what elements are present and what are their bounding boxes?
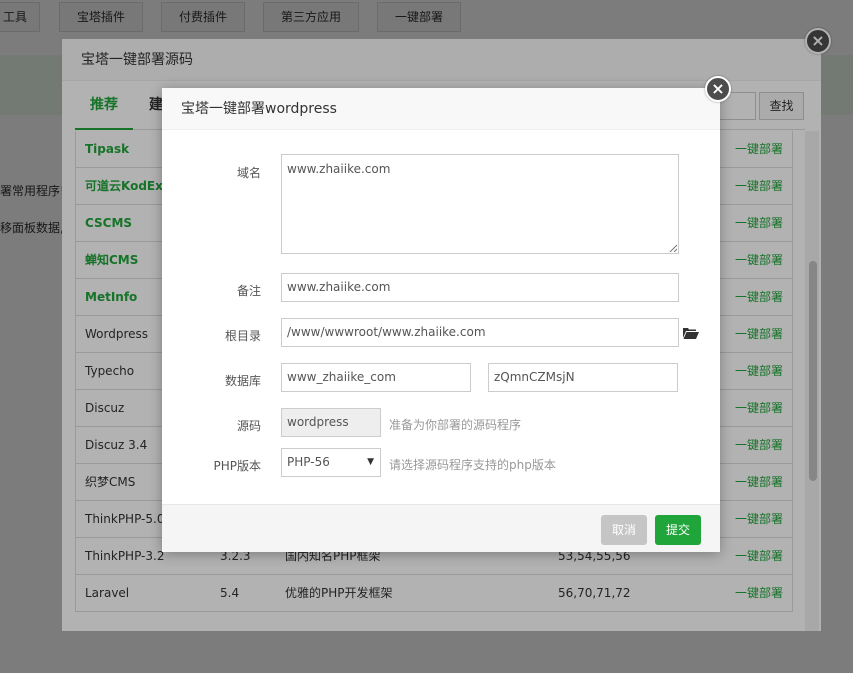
remark-field[interactable]: www.zhaiike.com bbox=[281, 273, 679, 302]
db-name-field[interactable]: www_zhaiike_com bbox=[281, 363, 471, 392]
resize-grip-icon[interactable] bbox=[669, 244, 677, 252]
dialog-title: 宝塔一键部署wordpress bbox=[162, 88, 720, 130]
caret-down-icon: ▼ bbox=[367, 457, 374, 467]
php-version-hint: 请选择源码程序支持的php版本 bbox=[389, 458, 556, 472]
root-dir-label: 根目录 bbox=[224, 329, 261, 343]
submit-button[interactable]: 提交 bbox=[655, 515, 701, 545]
deploy-wordpress-dialog: 宝塔一键部署wordpress 域名 www.zhaiike.com 备注 ww… bbox=[162, 88, 720, 552]
php-version-select[interactable]: PHP-56 ▼ bbox=[281, 448, 381, 477]
php-version-value: PHP-56 bbox=[287, 455, 330, 469]
domain-label: 域名 bbox=[236, 166, 261, 180]
source-field: wordpress bbox=[281, 408, 381, 437]
domain-value: www.zhaiike.com bbox=[287, 162, 391, 176]
folder-open-icon[interactable] bbox=[683, 327, 699, 339]
dialog-footer: 取消 提交 bbox=[162, 504, 720, 552]
close-inner-dialog-icon[interactable]: × bbox=[705, 76, 731, 102]
source-hint: 准备为你部署的源码程序 bbox=[389, 418, 522, 432]
php-version-label: PHP版本 bbox=[213, 459, 262, 473]
source-label: 源码 bbox=[236, 419, 261, 433]
root-dir-field[interactable]: /www/wwwroot/www.zhaiike.com bbox=[281, 318, 679, 347]
cancel-button[interactable]: 取消 bbox=[601, 515, 647, 545]
remark-label: 备注 bbox=[236, 284, 261, 298]
database-label: 数据库 bbox=[224, 374, 261, 388]
db-password-field[interactable]: zQmnCZMsjN bbox=[488, 363, 678, 392]
domain-textarea[interactable]: www.zhaiike.com bbox=[281, 154, 679, 254]
